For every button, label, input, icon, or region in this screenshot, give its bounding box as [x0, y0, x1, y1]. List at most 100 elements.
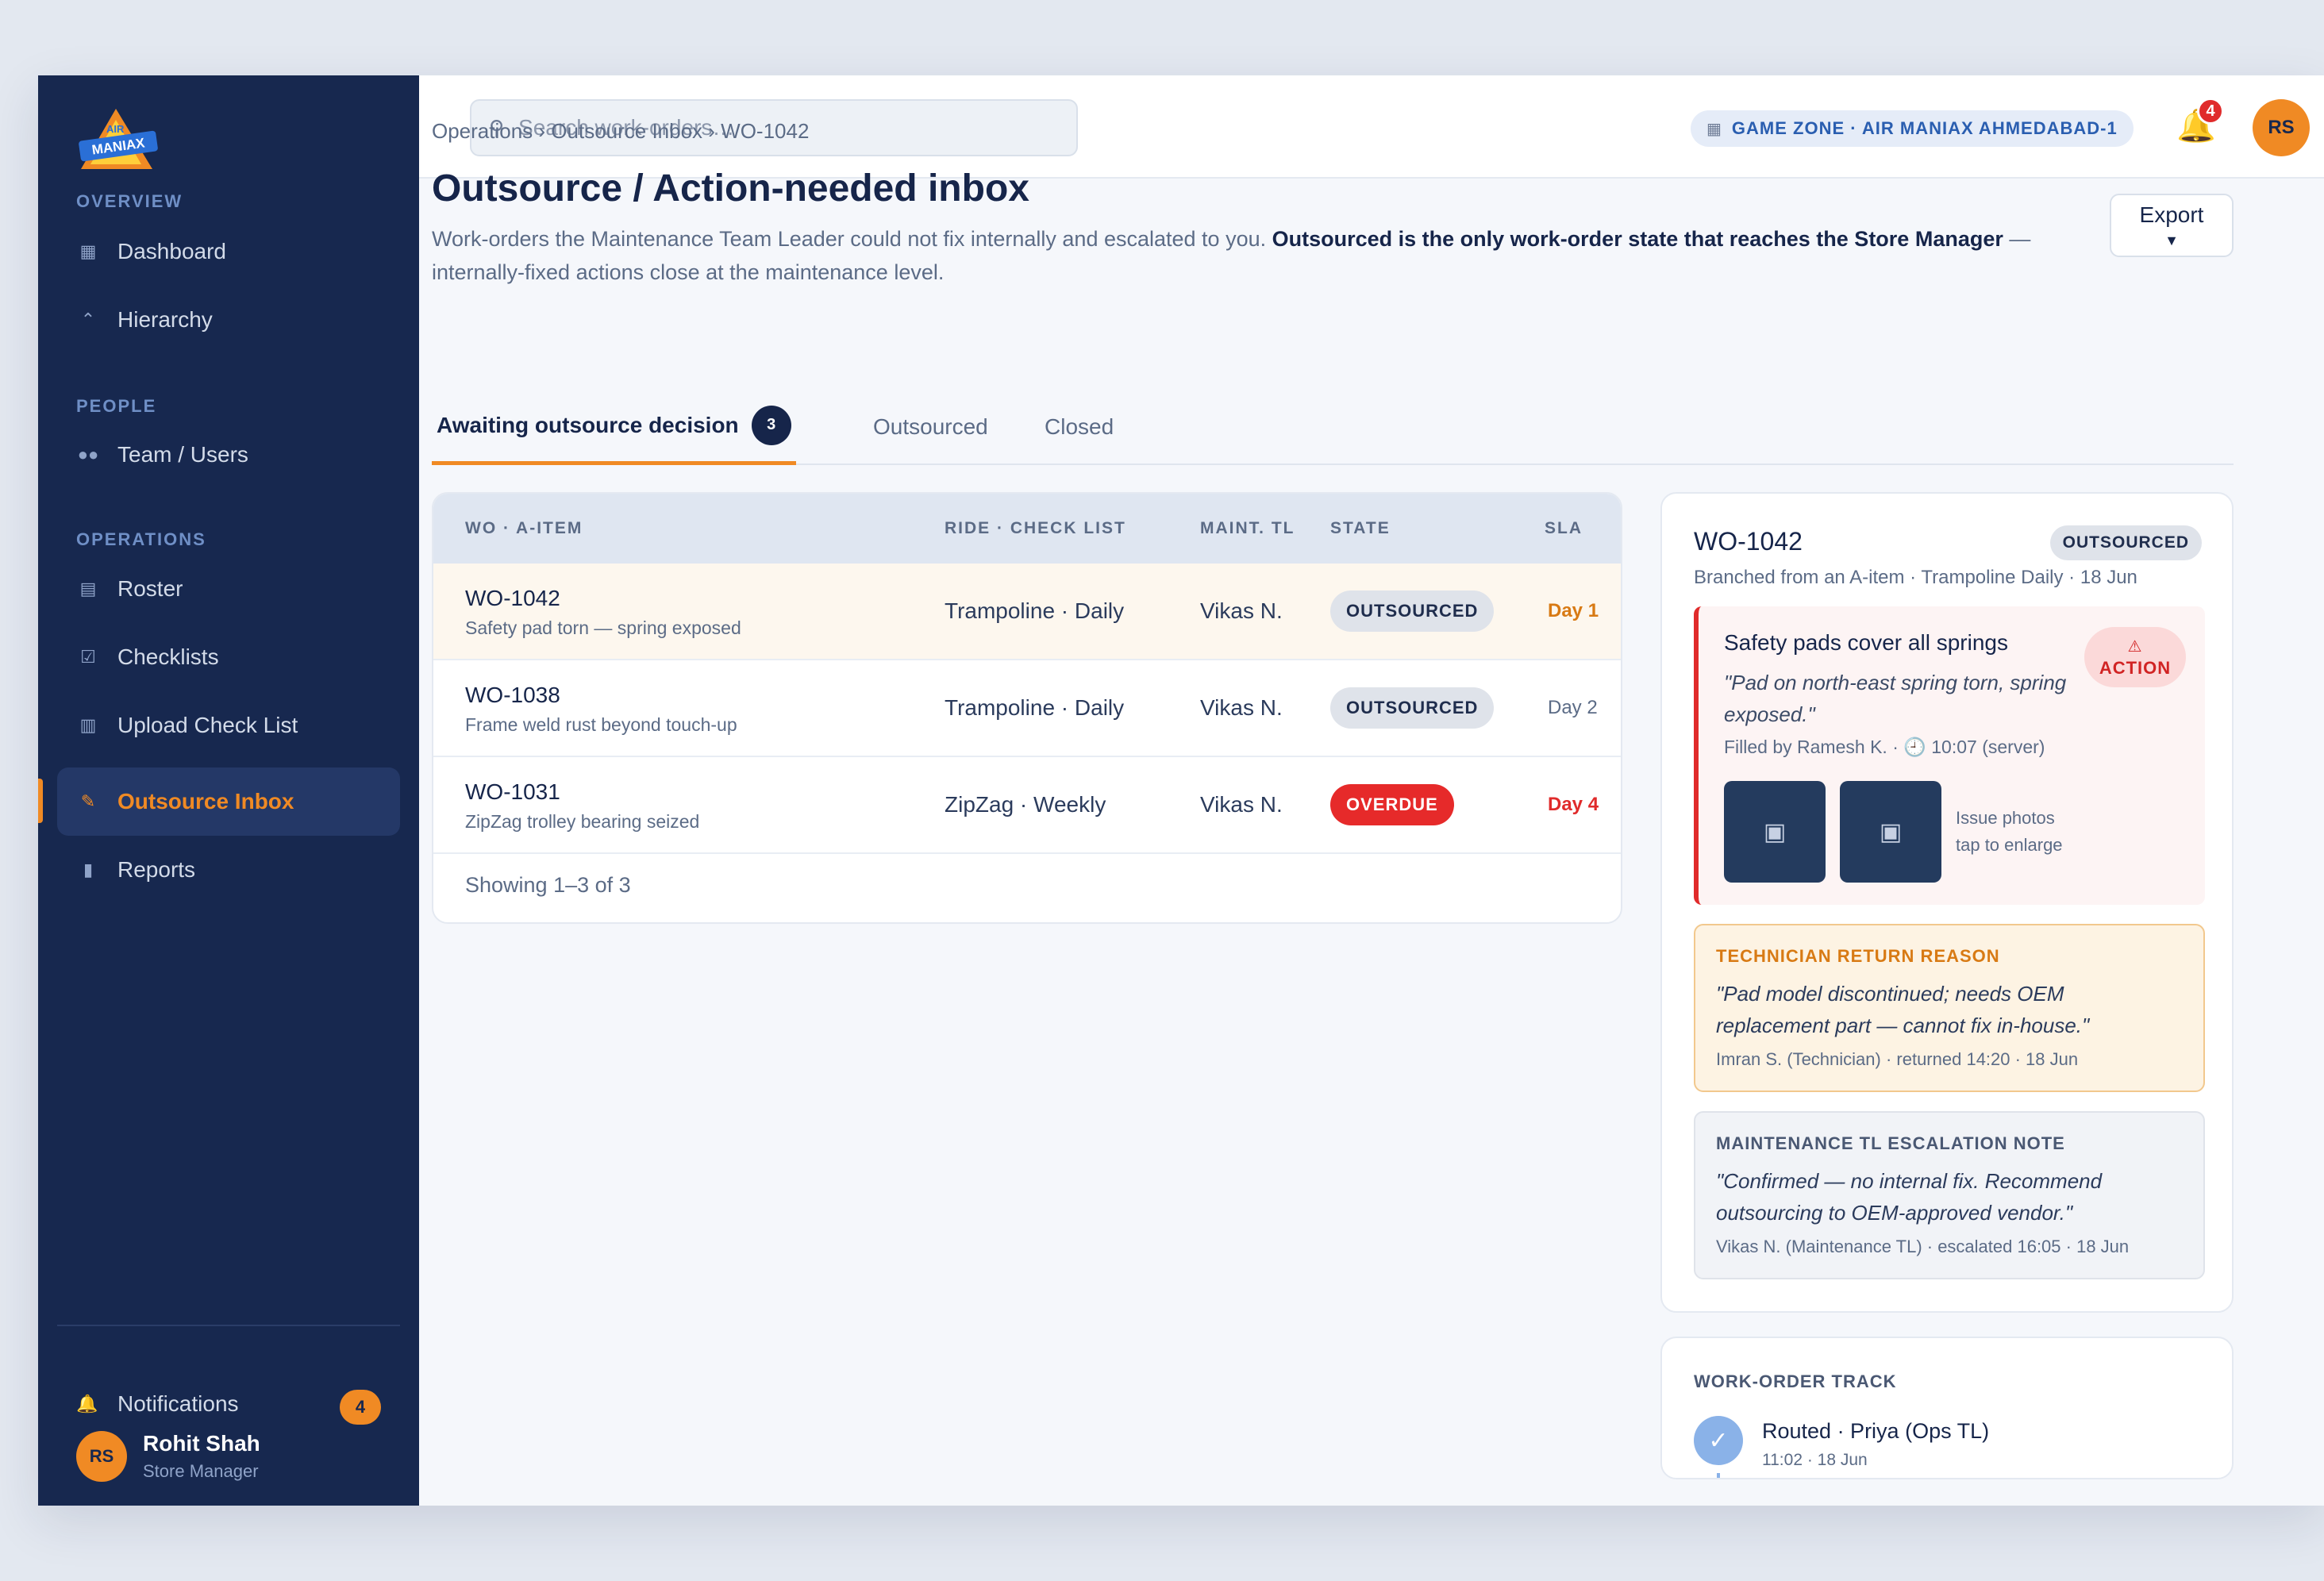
active-indicator [38, 779, 43, 823]
desc-emphasis: Outsourced is the only work-order state … [1272, 227, 2003, 251]
page-description: Work-orders the Maintenance Team Leader … [432, 222, 2083, 289]
users-icon: ●● [77, 444, 99, 464]
sla-value: Day 4 [1548, 794, 1599, 815]
work-order-track: WORK-ORDER TRACK ✓ Routed · Priya (Ops T… [1660, 1337, 2234, 1479]
avatar: RS [76, 1431, 127, 1482]
warning-icon: ⚠ [2127, 637, 2143, 656]
sla-value: Day 1 [1548, 600, 1599, 621]
sidebar-item-hierarchy[interactable]: ⌃ Hierarchy [57, 286, 400, 354]
svg-text:AIR: AIR [106, 123, 125, 135]
breadcrumb[interactable]: Operations › Outsource Inbox › WO-1042 [432, 119, 809, 144]
ride-checklist: Trampoline · Daily [945, 598, 1125, 623]
calendar-icon: ▤ [79, 579, 97, 598]
track-step-title: Routed · Priya (Ops TL) [1762, 1419, 1990, 1443]
note-quote: "Confirmed — no internal fix. Recommend … [1716, 1169, 2103, 1225]
photo-hint-line: Issue photos [1956, 808, 2055, 828]
dashboard-icon: ▦ [79, 241, 97, 261]
checklist-issue-card: Safety pads cover all springs "Pad on no… [1694, 606, 2205, 905]
wo-id: WO-1038 [465, 683, 560, 707]
tl-escalation-note: MAINTENANCE TL ESCALATION NOTE "Confirme… [1694, 1111, 2205, 1279]
issue-photo-thumbnail[interactable]: ▣ [1724, 781, 1826, 883]
sidebar-item-label: Upload Check List [117, 713, 298, 737]
table-row[interactable]: WO-1031 ZipZag trolley bearing seized Zi… [433, 757, 1621, 854]
bar-chart-icon: ▮ [83, 860, 94, 879]
issue-meta: Filled by Ramesh K. · 🕘 10:07 (server) [1724, 737, 2045, 757]
ride-checklist: Trampoline · Daily [945, 695, 1125, 720]
export-button[interactable]: Export ▼ [2110, 194, 2234, 257]
column-header[interactable]: RIDE · CHECK LIST [945, 519, 1126, 538]
zone-selector[interactable]: ▦ GAME ZONE · AIR MANIAX AHMEDABAD-1 [1691, 110, 2134, 147]
sidebar-divider [57, 1325, 400, 1326]
tab-closed[interactable]: Closed [1045, 389, 1114, 465]
sidebar-item-label: Reports [117, 857, 196, 882]
sidebar-item-upload-check-list[interactable]: ▥ Upload Check List [57, 691, 400, 760]
pagination-summary: Showing 1–3 of 3 [465, 873, 631, 897]
sla-value: Day 2 [1548, 697, 1598, 718]
camera-icon: ▣ [1879, 818, 1903, 845]
table-header: WO · A-ITEM RIDE · CHECK LIST MAINT. TL … [433, 494, 1621, 564]
sidebar-item-label: Hierarchy [117, 307, 213, 332]
work-order-detail-panel: WO-1042 OUTSOURCED Branched from an A-it… [1660, 492, 2234, 1313]
track-step-time: 11:02 · 18 Jun [1762, 1451, 1868, 1469]
nav-section-overview: OVERVIEW [76, 191, 183, 211]
tab-label: Outsourced [873, 414, 988, 439]
wo-id: WO-1042 [465, 586, 560, 610]
table-row[interactable]: WO-1042 Safety pad torn — spring exposed… [433, 564, 1621, 660]
column-header[interactable]: WO · A-ITEM [465, 519, 583, 538]
avatar[interactable]: RS [2253, 99, 2310, 156]
tab-label: Awaiting outsource decision [437, 412, 739, 437]
tab-awaiting-outsource-decision[interactable]: Awaiting outsource decision 3 [432, 389, 796, 465]
status-badge: OUTSOURCED [1330, 590, 1495, 632]
sidebar-item-label: Dashboard [117, 239, 226, 264]
column-header[interactable]: MAINT. TL [1200, 519, 1295, 538]
sidebar-item-label: Outsource Inbox [117, 789, 294, 814]
page-title: Outsource / Action-needed inbox [432, 167, 1029, 210]
action-badge: ⚠ ACTION [2084, 627, 2186, 687]
user-name: Rohit Shah [143, 1431, 260, 1456]
air-maniax-logo[interactable]: MANIAX AIR [75, 106, 162, 177]
sidebar-item-label: Notifications [117, 1391, 239, 1416]
note-quote: "Pad model discontinued; needs OEM repla… [1716, 982, 2090, 1037]
tab-bar: Awaiting outsource decision 3 Outsourced… [432, 389, 2234, 465]
sidebar-item-notifications[interactable]: 🔔 Notifications 4 [57, 1380, 400, 1428]
photo-hint-line: tap to enlarge [1956, 835, 2063, 855]
technician-return-note: TECHNICIAN RETURN REASON "Pad model disc… [1694, 924, 2205, 1092]
tab-count-badge: 3 [751, 405, 791, 445]
nav-section-people: PEOPLE [76, 396, 157, 416]
issue-photo-thumbnail[interactable]: ▣ [1840, 781, 1941, 883]
status-badge: OVERDUE [1330, 784, 1454, 825]
status-badge: OUTSOURCED [2049, 525, 2202, 560]
column-header[interactable]: STATE [1330, 519, 1391, 538]
desc-text: Work-orders the Maintenance Team Leader … [432, 227, 1267, 251]
user-profile[interactable]: RS Rohit Shah Store Manager [76, 1425, 260, 1488]
sidebar-item-reports[interactable]: ▮ Reports [57, 836, 400, 904]
bell-icon: 🔔 [76, 1394, 98, 1414]
checklist-icon: ☑ [80, 647, 96, 667]
wo-description: ZipZag trolley bearing seized [465, 811, 700, 832]
note-heading: TECHNICIAN RETURN REASON [1716, 946, 2000, 966]
sidebar-item-label: Roster [117, 576, 183, 601]
tab-outsourced[interactable]: Outsourced [873, 389, 988, 465]
sidebar-item-dashboard[interactable]: ▦ Dashboard [57, 217, 400, 286]
table-row[interactable]: WO-1038 Frame weld rust beyond touch-up … [433, 660, 1621, 757]
notification-count-badge: 4 [340, 1390, 381, 1425]
work-order-table: WO · A-ITEM RIDE · CHECK LIST MAINT. TL … [432, 492, 1622, 924]
issue-title: Safety pads cover all springs [1724, 630, 2008, 655]
maint-tl: Vikas N. [1200, 695, 1283, 720]
wrench-icon: ✎ [80, 791, 96, 811]
maint-tl: Vikas N. [1200, 792, 1283, 817]
action-label: ACTION [2099, 657, 2172, 678]
sidebar-item-roster[interactable]: ▤ Roster [57, 555, 400, 623]
wo-description: Safety pad torn — spring exposed [465, 617, 741, 638]
detail-subtitle: Branched from an A-item · Trampoline Dai… [1694, 567, 2137, 588]
sidebar: MANIAX AIR OVERVIEW ▦ Dashboard ⌃ Hierar… [38, 75, 419, 1506]
column-header[interactable]: SLA [1545, 519, 1583, 538]
sidebar-item-checklists[interactable]: ☑ Checklists [57, 623, 400, 691]
sidebar-item-label: Checklists [117, 644, 219, 669]
sidebar-item-outsource-inbox[interactable]: ✎ Outsource Inbox [57, 767, 400, 836]
ride-checklist: ZipZag · Weekly [945, 792, 1106, 817]
photo-hint: Issue photos tap to enlarge [1956, 805, 2063, 859]
maint-tl: Vikas N. [1200, 598, 1283, 623]
sidebar-item-team-users[interactable]: ●● Team / Users [57, 421, 400, 489]
status-badge: OUTSOURCED [1330, 687, 1495, 729]
